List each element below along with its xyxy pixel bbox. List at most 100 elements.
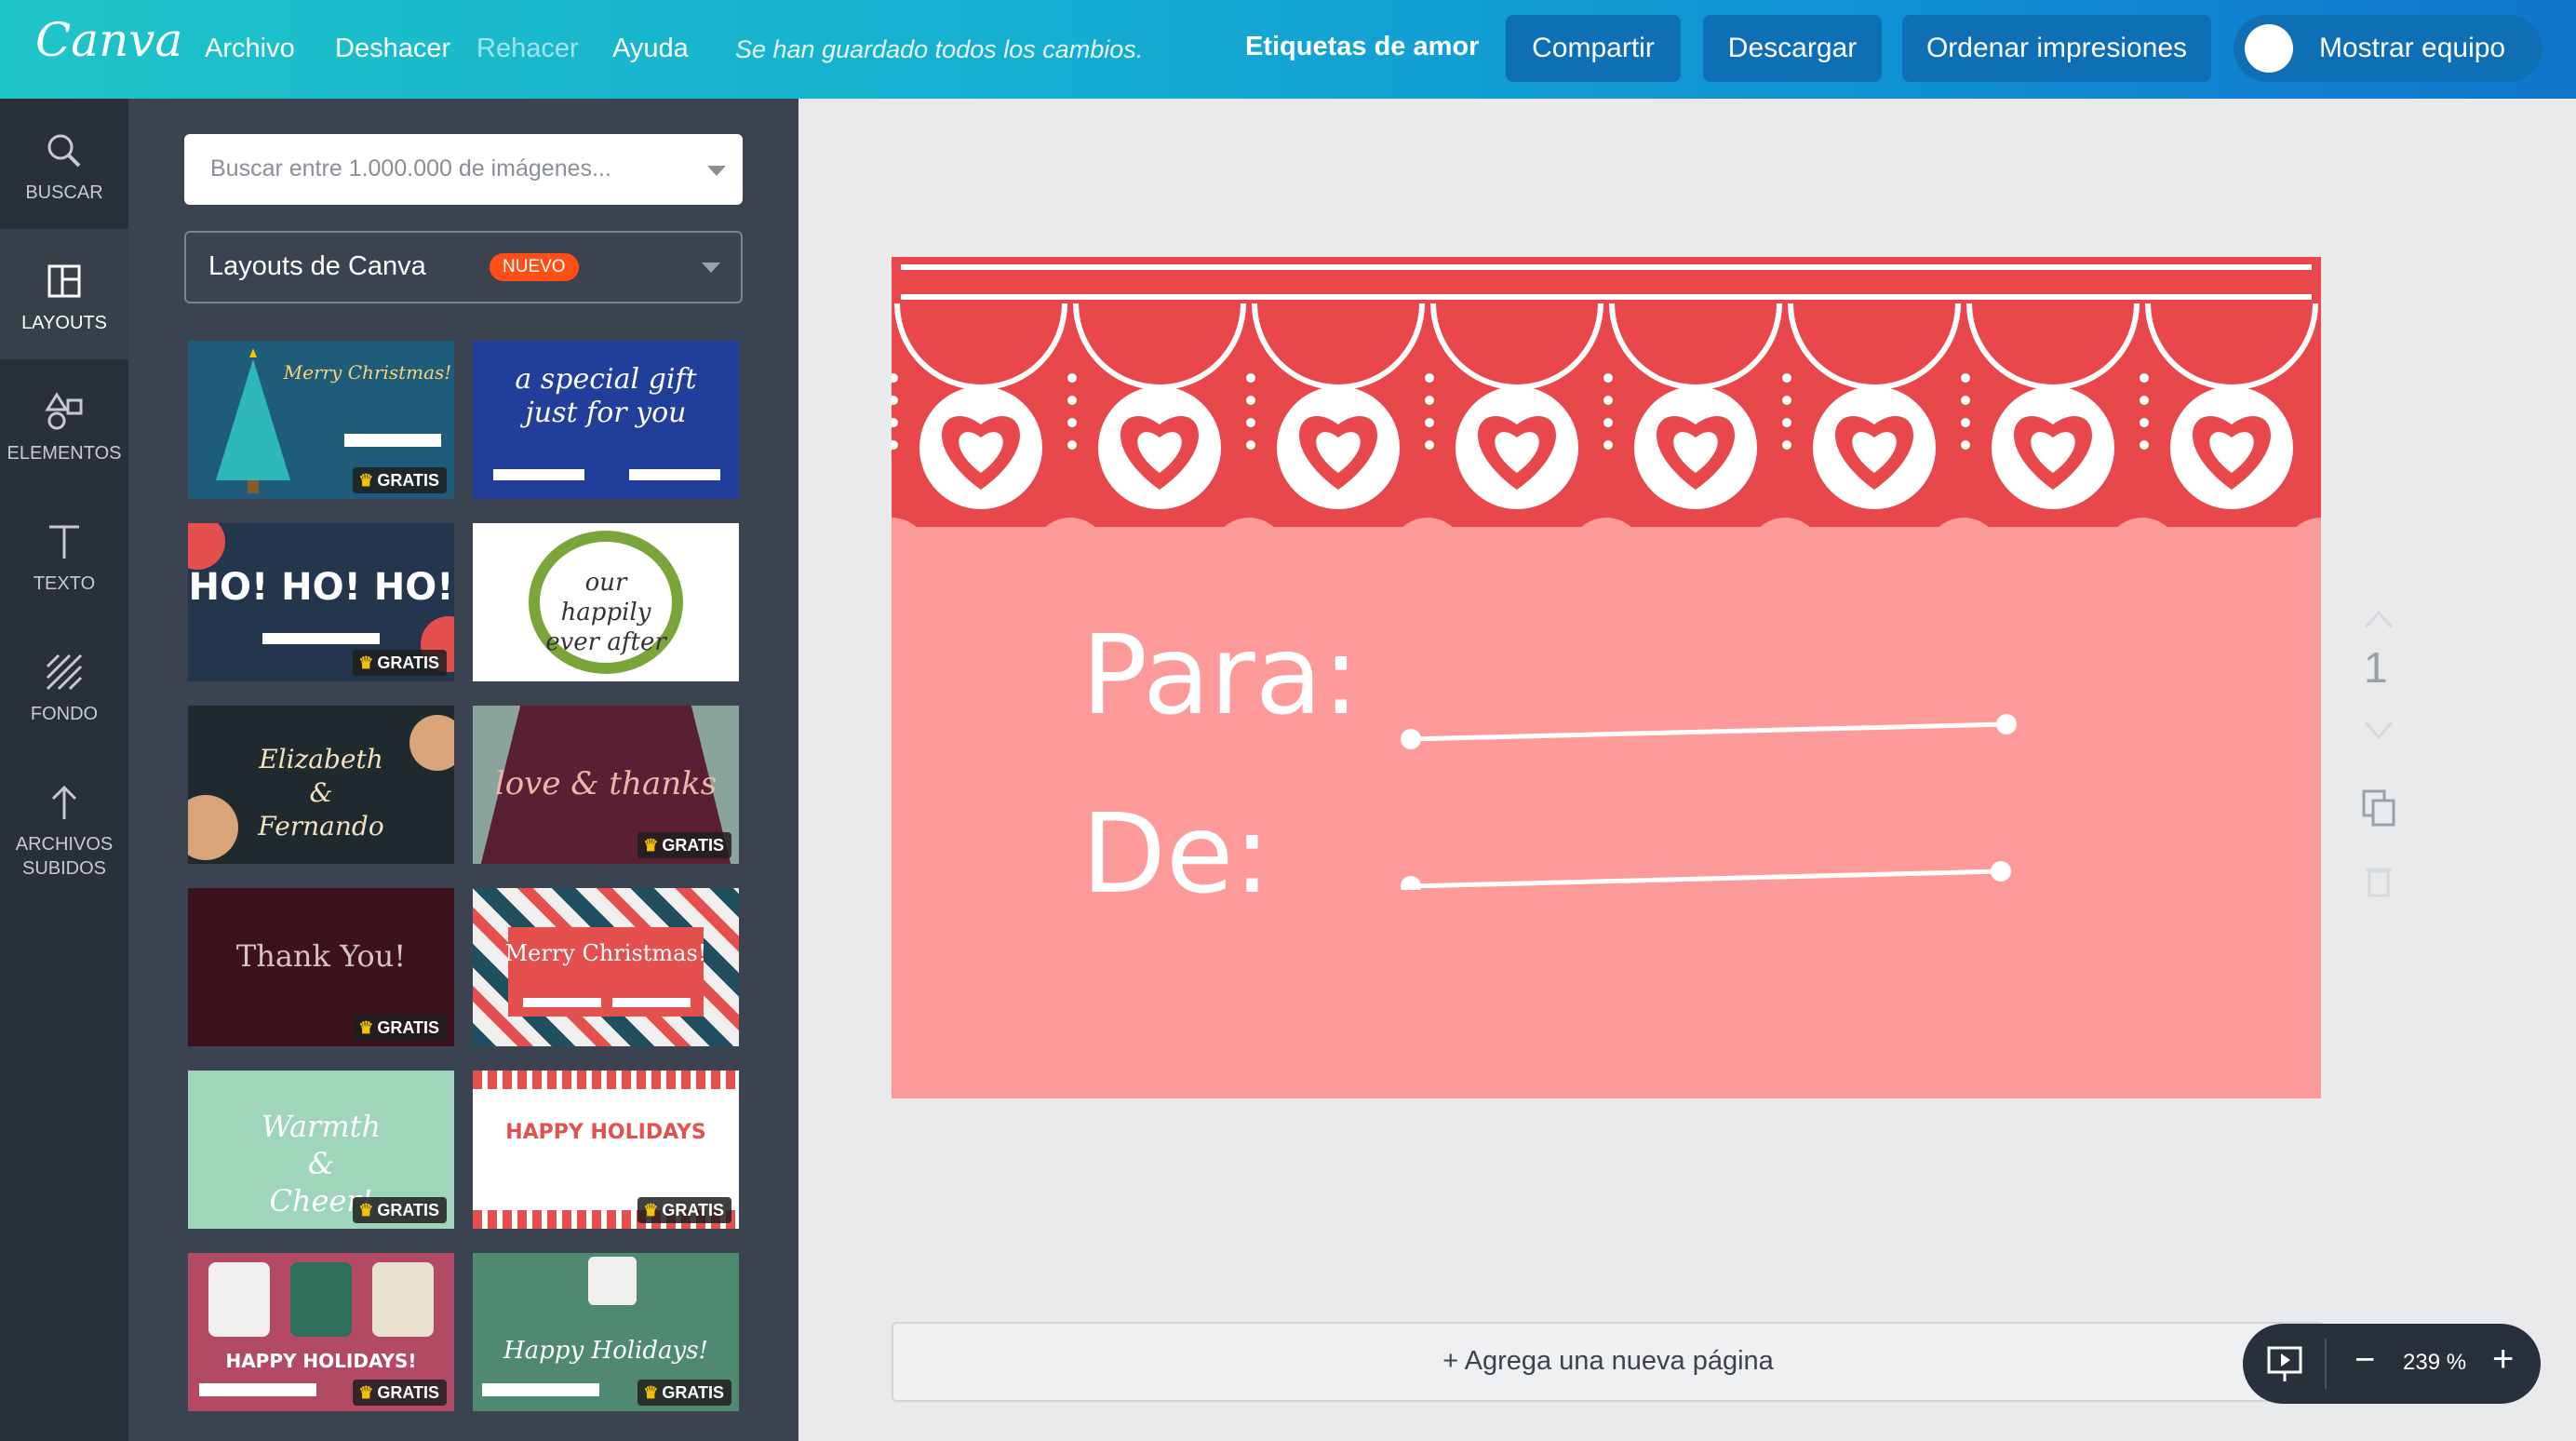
zoom-out-button[interactable]: − xyxy=(2355,1340,2375,1380)
lace-border xyxy=(892,257,2321,555)
share-button[interactable]: Compartir xyxy=(1506,15,1681,82)
left-nav: BUSCAR LAYOUTS ELEMENTOS TEXTO FONDO ARC… xyxy=(0,99,128,1441)
nav-fondo-label: FONDO xyxy=(30,704,99,724)
nav-archivos-subidos[interactable]: ARCHIVOS SUBIDOS xyxy=(0,750,128,881)
free-badge-label: GRATIS xyxy=(662,836,724,855)
layout-thumbnail[interactable]: HAPPY HOLIDAYS ♛ GRATIS xyxy=(473,1071,739,1229)
thumbnail-field xyxy=(199,1383,316,1396)
free-badge: ♛ GRATIS xyxy=(353,467,447,493)
show-team-button[interactable]: Mostrar equipo xyxy=(2234,15,2542,82)
elements-icon xyxy=(45,392,83,430)
canva-logo[interactable]: Canva xyxy=(35,13,182,67)
show-team-label: Mostrar equipo xyxy=(2319,33,2506,63)
free-badge: ♛ GRATIS xyxy=(353,1015,447,1041)
menu-ayuda[interactable]: Ayuda xyxy=(612,34,689,64)
layout-thumbnail[interactable]: love & thanks ♛ GRATIS xyxy=(473,706,739,864)
decoration xyxy=(188,523,225,570)
thumbnail-field xyxy=(262,633,380,644)
nav-buscar-label: BUSCAR xyxy=(25,182,103,203)
thumbnail-title: Elizabeth & Fernando xyxy=(258,744,384,842)
nav-layouts[interactable]: LAYOUTS xyxy=(0,229,128,359)
chevron-down-icon[interactable] xyxy=(702,263,720,273)
image-search-input[interactable]: Buscar entre 1.000.000 de imágenes... xyxy=(184,134,743,205)
free-badge-label: GRATIS xyxy=(662,1201,724,1219)
sweater-decoration xyxy=(208,1262,270,1337)
thumbnail-title: a special gift just for you xyxy=(515,363,697,429)
para-label[interactable]: Para: xyxy=(1081,611,1360,739)
free-badge-label: GRATIS xyxy=(377,1201,439,1219)
search-icon xyxy=(47,134,81,168)
add-page-button[interactable]: + Agrega una nueva página xyxy=(892,1322,2325,1402)
crown-icon: ♛ xyxy=(358,653,374,672)
zoom-level[interactable]: 239 % xyxy=(2403,1350,2466,1376)
layout-thumbnail[interactable]: HAPPY HOLIDAYS! ♛ GRATIS xyxy=(188,1253,454,1411)
nav-elementos-label: ELEMENTOS xyxy=(7,443,122,464)
layout-source-select[interactable]: Layouts de Canva NUEVO xyxy=(184,231,743,303)
sweater-decoration xyxy=(372,1262,434,1337)
crown-icon: ♛ xyxy=(358,471,374,490)
layout-thumbnail[interactable]: Thank You! ♛ GRATIS xyxy=(188,888,454,1046)
layout-thumbnail[interactable]: HO! HO! HO! ♛ GRATIS xyxy=(188,523,454,681)
layout-thumbnail[interactable]: Warmth & Cheer! ♛ GRATIS xyxy=(188,1071,454,1229)
layout-thumbnail[interactable]: Happy Holidays! ♛ GRATIS xyxy=(473,1253,739,1411)
nav-buscar[interactable]: BUSCAR xyxy=(0,99,128,229)
layout-thumbnail[interactable]: our happily ever after xyxy=(473,523,739,681)
free-badge: ♛ GRATIS xyxy=(637,1380,731,1406)
nav-subidos-label: SUBIDOS xyxy=(21,858,107,879)
thumbnail-title: our happily ever after xyxy=(545,569,666,656)
menu-archivo[interactable]: Archivo xyxy=(205,34,295,64)
layout-thumbnail[interactable]: a special gift just for you xyxy=(473,341,739,499)
text-icon xyxy=(49,525,79,559)
thumbnail-title: HAPPY HOLIDAYS xyxy=(505,1121,706,1144)
present-icon[interactable] xyxy=(2265,1344,2306,1385)
de-label[interactable]: De: xyxy=(1081,789,1270,918)
layout-thumbnail[interactable]: Elizabeth & Fernando xyxy=(188,706,454,864)
crown-icon: ♛ xyxy=(643,1201,659,1219)
crown-icon: ♛ xyxy=(643,1383,659,1402)
top-bar: Canva Archivo Deshacer Rehacer Ayuda Se … xyxy=(0,0,2576,99)
crown-icon: ♛ xyxy=(358,1201,374,1219)
free-badge: ♛ GRATIS xyxy=(637,832,731,858)
free-badge-label: GRATIS xyxy=(377,471,439,490)
order-prints-button[interactable]: Ordenar impresiones xyxy=(1902,15,2211,82)
sweater-decoration xyxy=(588,1257,637,1305)
thumbnail-field xyxy=(612,998,691,1007)
menu-deshacer[interactable]: Deshacer xyxy=(335,34,450,64)
thumbnail-title: love & thanks xyxy=(494,765,718,802)
nav-texto-label: TEXTO xyxy=(33,573,96,594)
document-title[interactable]: Etiquetas de amor xyxy=(1245,32,1479,62)
nav-elementos[interactable]: ELEMENTOS xyxy=(0,359,128,490)
design-canvas[interactable]: Para: De: xyxy=(892,257,2321,1098)
thumbnail-field xyxy=(482,1383,599,1396)
crown-icon: ♛ xyxy=(358,1383,374,1402)
nav-layouts-label: LAYOUTS xyxy=(21,313,107,333)
duplicate-page-icon[interactable] xyxy=(2360,788,2397,828)
free-badge: ♛ GRATIS xyxy=(353,1197,447,1223)
thumbnail-field xyxy=(629,469,720,480)
menu-rehacer[interactable]: Rehacer xyxy=(476,34,579,64)
free-badge: ♛ GRATIS xyxy=(637,1197,731,1223)
chevron-down-icon[interactable] xyxy=(707,166,726,176)
crown-icon: ♛ xyxy=(358,1018,374,1037)
add-page-label: + Agrega una nueva página xyxy=(1442,1346,1774,1376)
save-status: Se han guardado todos los cambios. xyxy=(735,35,1144,63)
layout-thumbnail[interactable]: Merry Christmas! xyxy=(473,888,739,1046)
thumbnail-title: Merry Christmas! xyxy=(504,940,707,966)
download-button[interactable]: Descargar xyxy=(1703,15,1882,82)
signature-lines[interactable] xyxy=(1394,704,2027,890)
zoom-in-button[interactable]: + xyxy=(2492,1339,2514,1380)
nav-archivos-label: ARCHIVOS xyxy=(15,834,114,855)
sweater-decoration xyxy=(290,1262,352,1337)
page-down-icon[interactable] xyxy=(2360,717,2397,745)
new-badge: NUEVO xyxy=(490,253,579,281)
delete-page-icon[interactable] xyxy=(2360,862,2397,899)
layout-thumbnail[interactable]: Merry Christmas! ♛ GRATIS xyxy=(188,341,454,499)
nav-texto[interactable]: TEXTO xyxy=(0,490,128,620)
nav-fondo[interactable]: FONDO xyxy=(0,620,128,750)
free-badge-label: GRATIS xyxy=(662,1383,724,1402)
thumbnail-field xyxy=(523,998,601,1007)
page-number: 1 xyxy=(2364,643,2388,692)
background-icon xyxy=(46,653,83,691)
page-up-icon[interactable] xyxy=(2360,605,2397,633)
thumbnail-title: HAPPY HOLIDAYS! xyxy=(225,1350,417,1372)
